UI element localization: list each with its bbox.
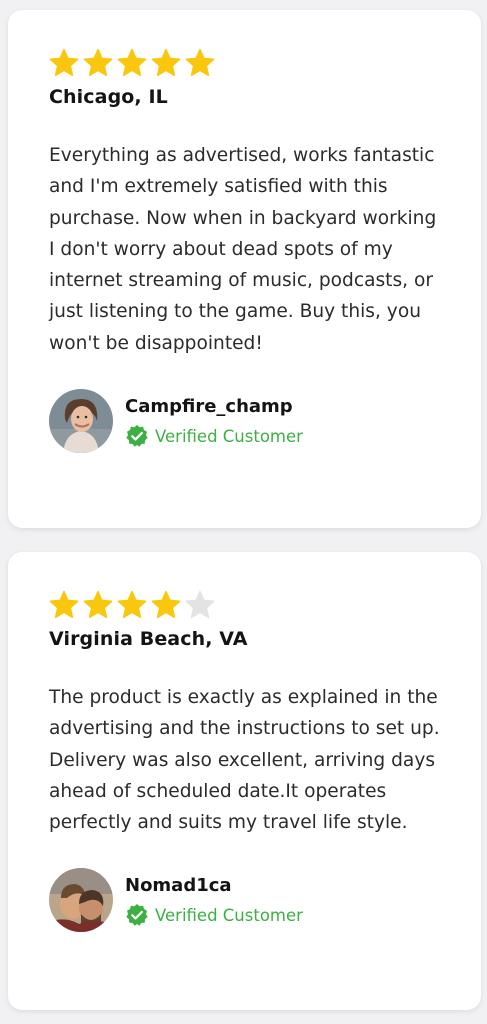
star-icon: [49, 48, 79, 78]
star-icon: [117, 48, 147, 78]
review-card: Virginia Beach, VA The product is exactl…: [8, 552, 481, 1010]
avatar: [49, 389, 113, 454]
verified-badge-icon: [125, 424, 149, 448]
verified-badge: Verified Customer: [125, 424, 303, 448]
star-icon: [151, 590, 181, 620]
star-icon: [83, 590, 113, 620]
star-icon: [117, 590, 147, 620]
reviewer-name: Campfire_champ: [125, 396, 293, 418]
review-location: Chicago, IL: [49, 86, 168, 108]
reviewer-name: Nomad1ca: [125, 875, 232, 897]
avatar: [49, 868, 113, 933]
review-text: Everything as advertised, works fantasti…: [49, 145, 437, 354]
star-icon: [83, 48, 113, 78]
reviewer-info: Campfire_champ Verified Customer: [125, 396, 303, 448]
review-card: Chicago, IL Everything as advertised, wo…: [8, 10, 481, 528]
review-text: The product is exactly as explained in t…: [49, 687, 440, 834]
verified-label: Verified Customer: [155, 905, 303, 925]
star-rating: [49, 590, 447, 620]
verified-label: Verified Customer: [155, 426, 303, 446]
star-rating: [49, 48, 447, 78]
reviewer: Nomad1ca Verified Customer: [49, 868, 447, 933]
star-icon: [151, 48, 181, 78]
verified-badge: Verified Customer: [125, 903, 303, 927]
reviewer-info: Nomad1ca Verified Customer: [125, 875, 303, 927]
reviewer: Campfire_champ Verified Customer: [49, 389, 447, 454]
star-empty-icon: [185, 590, 215, 620]
verified-badge-icon: [125, 903, 149, 927]
star-icon: [185, 48, 215, 78]
review-location: Virginia Beach, VA: [49, 628, 248, 650]
star-icon: [49, 590, 79, 620]
